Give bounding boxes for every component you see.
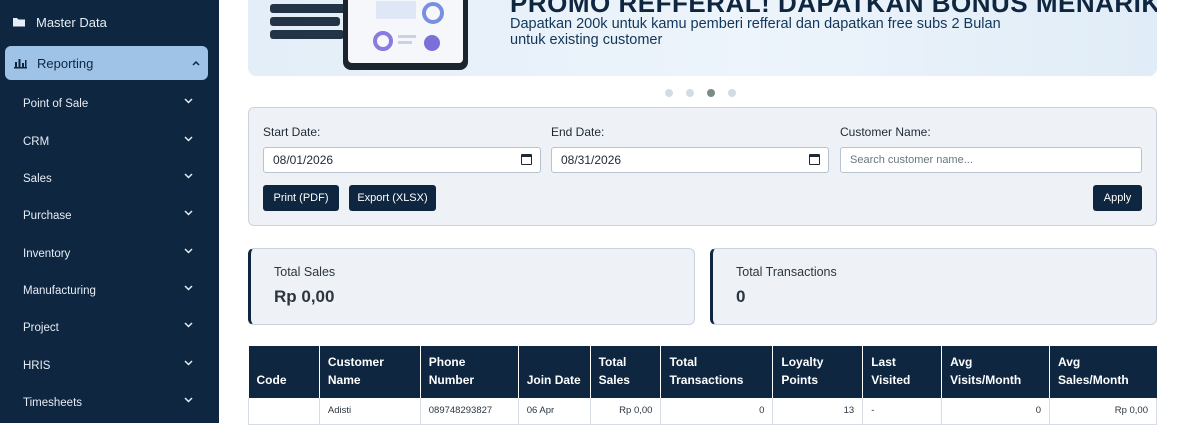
- filter-panel: Start Date: 08/01/2026 End Date: 08/31/2…: [248, 107, 1157, 226]
- banner-text-line: Dapatkan 200k untuk kamu pemberi reffera…: [510, 16, 1001, 32]
- col-header-avg-visits[interactable]: Avg Visits/Month: [941, 346, 1051, 398]
- calendar-icon[interactable]: [809, 154, 820, 165]
- cell-avg-sales: Rp 0,00: [1049, 398, 1157, 425]
- start-date-label: Start Date:: [263, 125, 321, 139]
- sidebar-item-timesheets[interactable]: Timesheets: [23, 395, 193, 411]
- banner-text: Dapatkan 200k untuk kamu pemberi reffera…: [510, 16, 1001, 48]
- cell-last-visited: -: [862, 398, 943, 425]
- sidebar-item-label: Project: [23, 322, 59, 334]
- chevron-down-icon: [184, 134, 193, 145]
- sidebar-item-sales[interactable]: Sales: [23, 171, 193, 187]
- cell-phone: 089748293827: [420, 398, 519, 425]
- sidebar-item-label: HRIS: [23, 360, 51, 372]
- sidebar-item-crm[interactable]: CRM: [23, 134, 193, 150]
- chevron-down-icon: [184, 246, 193, 257]
- sidebar-item-label: Master Data: [36, 14, 107, 30]
- sidebar-item-label: Inventory: [23, 248, 71, 260]
- carousel-dot[interactable]: [665, 89, 673, 97]
- export-xlsx-button[interactable]: Export (XLSX): [349, 185, 436, 211]
- chevron-down-icon: [184, 320, 193, 331]
- folder-icon: [12, 16, 28, 28]
- col-header-total-transactions[interactable]: Total Transactions: [660, 346, 774, 398]
- customer-search-input[interactable]: Search customer name...: [840, 147, 1142, 173]
- customer-report-table: Code Customer Name Phone Number Join Dat…: [248, 346, 1157, 425]
- banner-illustration: [270, 4, 350, 46]
- sidebar-item-label: CRM: [23, 136, 50, 148]
- col-header-avg-sales[interactable]: Avg Sales/Month: [1049, 346, 1157, 398]
- cell-code: [248, 398, 320, 425]
- cell-total-sales: Rp 0,00: [590, 398, 662, 425]
- sidebar-item-point-of-sale[interactable]: Point of Sale: [23, 96, 193, 112]
- col-header-code[interactable]: Code: [248, 346, 320, 398]
- sidebar-item-hris[interactable]: HRIS: [23, 358, 193, 374]
- total-sales-value: Rp 0,00: [274, 287, 335, 306]
- tablet-illustration: [343, 0, 468, 70]
- table-header-row: Code Customer Name Phone Number Join Dat…: [248, 346, 1157, 398]
- end-date-input[interactable]: 08/31/2026: [551, 147, 829, 173]
- cell-loyalty-points: 13: [772, 398, 864, 425]
- print-pdf-button[interactable]: Print (PDF): [263, 185, 339, 211]
- sidebar-item-purchase[interactable]: Purchase: [23, 208, 193, 224]
- carousel-dot[interactable]: [728, 89, 736, 97]
- main-content: PROMO REFFERAL! DAPATKAN BONUS MENARIK! …: [219, 0, 1188, 425]
- total-transactions-value: 0: [736, 287, 746, 306]
- promo-banner[interactable]: PROMO REFFERAL! DAPATKAN BONUS MENARIK! …: [248, 0, 1157, 76]
- sidebar-item-manufacturing[interactable]: Manufacturing: [23, 283, 193, 299]
- col-header-phone[interactable]: Phone Number: [420, 346, 519, 398]
- carousel-dot-active[interactable]: [707, 89, 715, 97]
- sidebar-item-project[interactable]: Project: [23, 320, 193, 336]
- chevron-down-icon: [184, 171, 193, 182]
- cell-join-date: 06 Apr: [518, 398, 591, 425]
- chevron-down-icon: [184, 208, 193, 219]
- end-date-label: End Date:: [551, 125, 605, 139]
- col-header-customer-name[interactable]: Customer Name: [319, 346, 421, 398]
- sidebar-item-label: Sales: [23, 173, 52, 185]
- chevron-down-icon: [184, 96, 193, 107]
- calendar-icon[interactable]: [521, 154, 532, 165]
- chevron-up-icon: [192, 58, 200, 69]
- cell-avg-visits: 0: [941, 398, 1051, 425]
- table-row[interactable]: Adisti 089748293827 06 Apr Rp 0,00 0 13 …: [248, 398, 1157, 425]
- total-sales-label: Total Sales: [274, 265, 336, 279]
- sidebar: Master Data Reporting Point of Sale CRM …: [0, 0, 219, 423]
- cell-customer-name: Adisti: [319, 398, 421, 425]
- banner-text-line: untuk existing customer: [510, 32, 663, 48]
- start-date-value: 08/01/2026: [273, 153, 334, 167]
- sidebar-item-master-data[interactable]: Master Data: [12, 12, 231, 32]
- sidebar-item-label: Timesheets: [23, 397, 83, 409]
- col-header-total-sales[interactable]: Total Sales: [590, 346, 662, 398]
- chevron-down-icon: [184, 283, 193, 294]
- sidebar-item-label: Purchase: [23, 210, 72, 222]
- sidebar-item-label: Reporting: [37, 55, 94, 71]
- carousel-indicators: [665, 89, 736, 97]
- col-header-loyalty-points[interactable]: Loyalty Points: [772, 346, 864, 398]
- cell-total-transactions: 0: [660, 398, 774, 425]
- end-date-value: 08/31/2026: [561, 153, 622, 167]
- chevron-down-icon: [184, 395, 193, 406]
- total-transactions-card: Total Transactions 0: [710, 248, 1157, 325]
- sidebar-item-reporting[interactable]: Reporting: [5, 46, 208, 80]
- sidebar-item-label: Point of Sale: [23, 98, 89, 110]
- sidebar-item-inventory[interactable]: Inventory: [23, 246, 193, 262]
- chevron-down-icon: [184, 358, 193, 369]
- sidebar-item-label: Manufacturing: [23, 285, 96, 297]
- col-header-last-visited[interactable]: Last Visited: [862, 346, 943, 398]
- carousel-dot[interactable]: [686, 89, 694, 97]
- total-sales-card: Total Sales Rp 0,00: [248, 248, 695, 325]
- bar-chart-icon: [13, 57, 29, 69]
- apply-button[interactable]: Apply: [1093, 185, 1142, 211]
- col-header-join-date[interactable]: Join Date: [518, 346, 591, 398]
- start-date-input[interactable]: 08/01/2026: [263, 147, 541, 173]
- total-transactions-label: Total Transactions: [736, 265, 837, 279]
- customer-name-label: Customer Name:: [840, 125, 931, 139]
